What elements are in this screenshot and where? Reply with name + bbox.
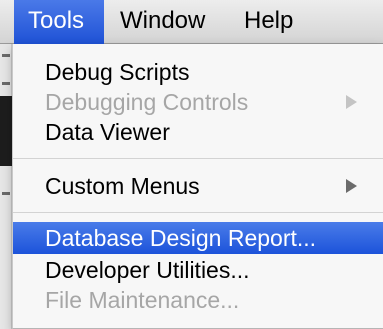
menu-window[interactable]: Window: [120, 0, 205, 44]
triangle-right-icon: [346, 95, 357, 109]
background-window-dark-area: [0, 96, 12, 166]
menu-separator: [13, 212, 383, 213]
menu-tools[interactable]: Tools: [14, 0, 104, 44]
menu-item-label: Database Design Report...: [45, 225, 317, 251]
background-window-mark: [2, 82, 10, 85]
menu-item-label: Custom Menus: [45, 173, 200, 199]
menu-item-label: Data Viewer: [45, 119, 170, 145]
menu-item-label: Debug Scripts: [45, 59, 190, 85]
menu-item-debugging-controls: Debugging Controls: [13, 86, 383, 118]
menu-help[interactable]: Help: [244, 0, 293, 44]
menu-item-debug-scripts[interactable]: Debug Scripts: [13, 56, 383, 88]
menu-item-label: File Maintenance...: [45, 287, 240, 313]
menu-item-data-viewer[interactable]: Data Viewer: [13, 116, 383, 148]
menu-item-label: Debugging Controls: [45, 89, 249, 115]
triangle-right-icon: [346, 179, 357, 193]
menu-bar: Tools Window Help: [0, 0, 383, 44]
background-window-mark: [2, 54, 10, 57]
tools-menu-dropdown: Debug Scripts Debugging Controls Data Vi…: [12, 44, 383, 329]
menu-item-database-design-report[interactable]: Database Design Report...: [13, 222, 383, 254]
background-window-edge: [0, 44, 12, 329]
menu-item-file-maintenance: File Maintenance...: [13, 284, 383, 316]
menu-item-custom-menus[interactable]: Custom Menus: [13, 170, 383, 202]
menu-item-developer-utilities[interactable]: Developer Utilities...: [13, 254, 383, 286]
menu-separator: [13, 158, 383, 159]
background-window-mark: [2, 192, 10, 195]
menu-item-label: Developer Utilities...: [45, 257, 250, 283]
